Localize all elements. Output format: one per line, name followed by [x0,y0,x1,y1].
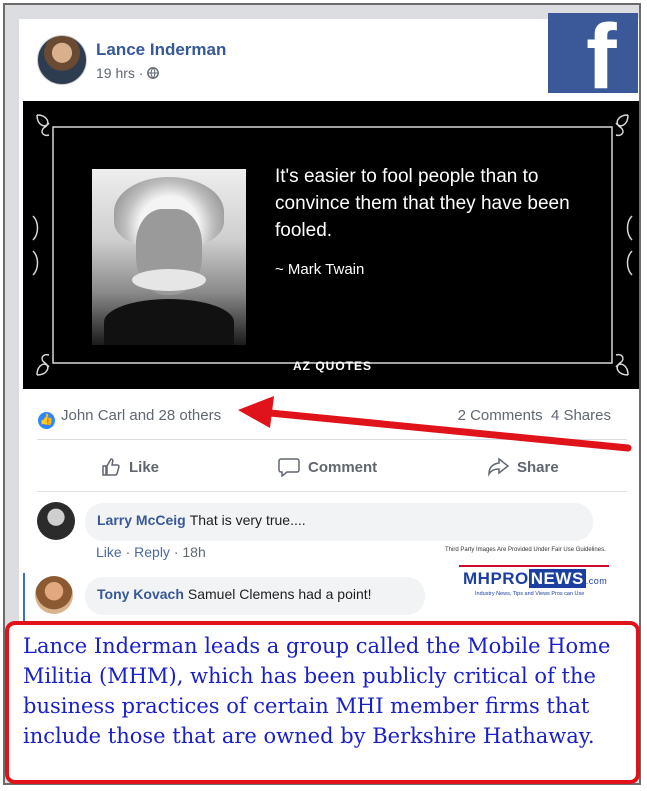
share-button[interactable]: Share [487,457,559,477]
quote-image[interactable]: It's easier to fool people than to convi… [23,101,639,389]
comment-author[interactable]: Tony Kovach [97,586,184,602]
facebook-logo: f [548,11,638,103]
thumbs-up-reaction-icon: 👍 [38,412,55,429]
caption-box: Lance Inderman leads a group called the … [5,621,640,784]
comment-author[interactable]: Larry McCeig [97,512,186,528]
reply-thread-line [23,573,25,621]
like-button[interactable]: Like [101,457,159,477]
post-time[interactable]: 19 hrs · [96,65,147,81]
like-label: Like [129,458,160,476]
fair-use-notice: Third Party Images Are Provided Under Fa… [445,547,606,553]
commenter-avatar[interactable] [37,502,75,540]
post-timestamp: 19 hrs · [96,65,160,81]
comment-reply-link[interactable]: Reply [134,544,170,560]
comment-bubble: Tony Kovach Samuel Clemens had a point! [85,577,425,615]
logo-news: NEWS [528,569,586,588]
mhpronews-watermark: Third Party Images Are Provided Under Fa… [441,545,619,613]
reaction-summary[interactable]: 👍 John Carl and 28 others [38,407,221,429]
author-avatar[interactable] [37,35,87,85]
post-stats: 2 Comments 4 Shares [458,407,611,424]
globe-icon [147,67,160,79]
comment-button[interactable]: Comment [278,457,377,477]
az-quotes-brand: AZ QUOTES [293,359,373,373]
reaction-names: John Carl and 28 others [61,407,222,424]
comment-time[interactable]: 18h [182,544,205,560]
commenter-avatar[interactable] [35,576,73,614]
share-icon [488,457,509,477]
divider [37,491,627,492]
watermark-tagline: Industry News, Tips and Views Pros can U… [475,591,585,597]
logo-com: .com [585,576,608,586]
mhpronews-logo: MHPRO NEWS .com [463,569,607,589]
author-name[interactable]: Lance Inderman [96,40,226,60]
divider [37,439,627,440]
shares-count[interactable]: 4 Shares [551,407,611,424]
quote-text: It's easier to fool people than to convi… [275,166,570,241]
quote-author: ~ Mark Twain [275,261,365,278]
watermark-rule [459,565,609,567]
comment-like-link[interactable]: Like [96,544,122,560]
logo-mhpro: MHPRO [463,569,529,588]
comment-actions: Like · Reply · 18h [96,544,206,560]
comment-text: That is very true.... [189,512,306,528]
comment-label: Comment [308,458,378,476]
thumbs-up-icon [102,458,120,476]
comment-icon [278,458,300,477]
comments-count[interactable]: 2 Comments [458,407,543,424]
share-label: Share [517,458,559,476]
comment-text: Samuel Clemens had a point! [187,586,372,602]
mark-twain-portrait [92,169,246,345]
comment-bubble: Larry McCeig That is very true.... [85,503,593,541]
